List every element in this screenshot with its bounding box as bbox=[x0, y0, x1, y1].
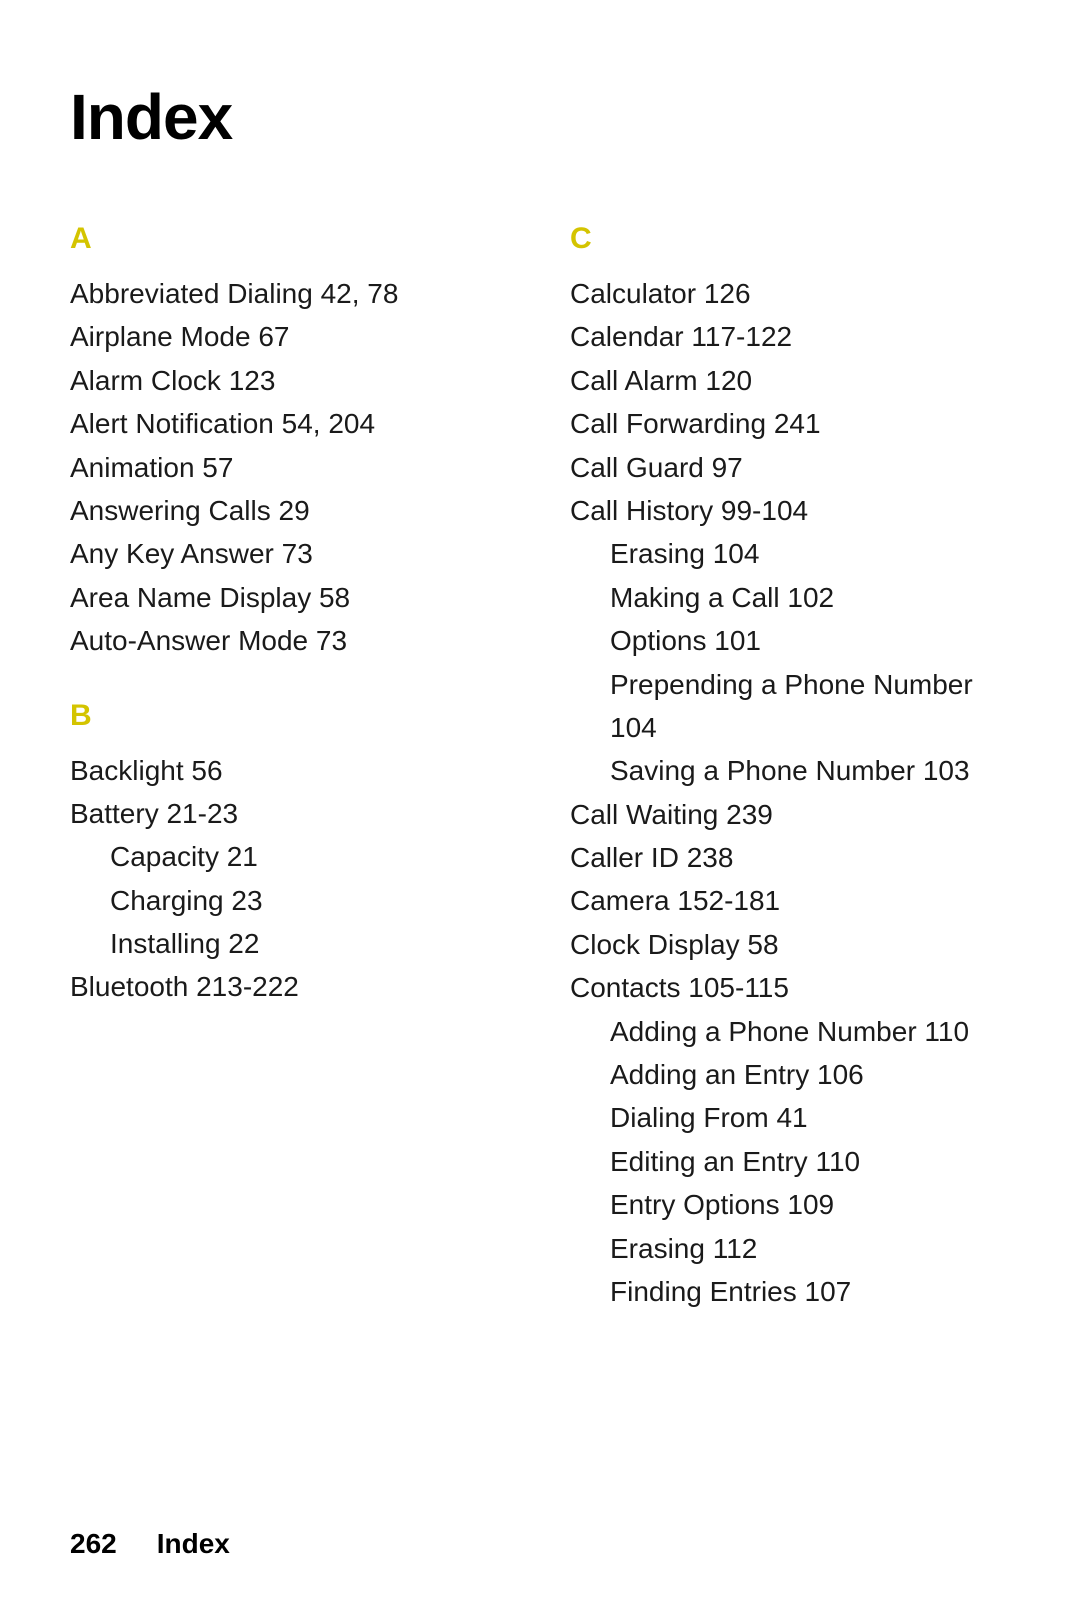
index-entry: Call Waiting 239 bbox=[570, 793, 1010, 836]
index-entry: Adding a Phone Number 110 bbox=[570, 1010, 1010, 1053]
footer-index-label: Index bbox=[157, 1528, 230, 1560]
left-column: A Abbreviated Dialing 42, 78Airplane Mode… bbox=[70, 214, 510, 1540]
index-entry: Editing an Entry 110 bbox=[570, 1140, 1010, 1183]
section-letter-C: C bbox=[570, 222, 1010, 256]
index-entry: Auto-Answer Mode 73 bbox=[70, 619, 510, 662]
index-entry: Adding an Entry 106 bbox=[570, 1053, 1010, 1096]
index-entry: Capacity 21 bbox=[70, 835, 510, 878]
index-entry: Animation 57 bbox=[70, 446, 510, 489]
index-entry: Call Guard 97 bbox=[570, 446, 1010, 489]
index-entry: Saving a Phone Number 103 bbox=[570, 749, 1010, 792]
section-letter-A: A bbox=[70, 222, 510, 256]
page-title: Index bbox=[70, 80, 1010, 154]
page-container: Index A Abbreviated Dialing 42, 78Airplan… bbox=[0, 0, 1080, 1620]
index-entry: Alert Notification 54, 204 bbox=[70, 402, 510, 445]
index-entry: Alarm Clock 123 bbox=[70, 359, 510, 402]
columns-wrapper: A Abbreviated Dialing 42, 78Airplane Mode… bbox=[70, 214, 1010, 1540]
footer-page-number: 262 bbox=[70, 1528, 117, 1560]
index-entry: Call Forwarding 241 bbox=[570, 402, 1010, 445]
index-entry: Prepending a Phone Number 104 bbox=[570, 663, 1010, 750]
index-entry: Making a Call 102 bbox=[570, 576, 1010, 619]
index-entry: Erasing 112 bbox=[570, 1227, 1010, 1270]
index-entry: Call History 99-104 bbox=[570, 489, 1010, 532]
index-entry: Area Name Display 58 bbox=[70, 576, 510, 619]
section-letter-B: B bbox=[70, 699, 510, 733]
index-entry: Installing 22 bbox=[70, 922, 510, 965]
index-entry: Dialing From 41 bbox=[570, 1096, 1010, 1139]
index-entry: Erasing 104 bbox=[570, 532, 1010, 575]
index-entry: Call Alarm 120 bbox=[570, 359, 1010, 402]
index-entry: Abbreviated Dialing 42, 78 bbox=[70, 272, 510, 315]
index-entry: Backlight 56 bbox=[70, 749, 510, 792]
index-entry: Battery 21-23 bbox=[70, 792, 510, 835]
index-entry: Entry Options 109 bbox=[570, 1183, 1010, 1226]
index-entry: Bluetooth 213-222 bbox=[70, 965, 510, 1008]
right-column: C Calculator 126Calendar 117-122Call Alar… bbox=[570, 214, 1010, 1540]
index-entry: Charging 23 bbox=[70, 879, 510, 922]
index-entry: Options 101 bbox=[570, 619, 1010, 662]
index-entry: Finding Entries 107 bbox=[570, 1270, 1010, 1313]
index-entry: Answering Calls 29 bbox=[70, 489, 510, 532]
footer: 262 Index bbox=[70, 1528, 1010, 1560]
index-entry: Airplane Mode 67 bbox=[70, 315, 510, 358]
index-entry: Clock Display 58 bbox=[570, 923, 1010, 966]
index-entry: Contacts 105-115 bbox=[570, 966, 1010, 1009]
index-entry: Caller ID 238 bbox=[570, 836, 1010, 879]
index-entry: Camera 152-181 bbox=[570, 879, 1010, 922]
index-entry: Calculator 126 bbox=[570, 272, 1010, 315]
index-entry: Calendar 117-122 bbox=[570, 315, 1010, 358]
index-entry: Any Key Answer 73 bbox=[70, 532, 510, 575]
